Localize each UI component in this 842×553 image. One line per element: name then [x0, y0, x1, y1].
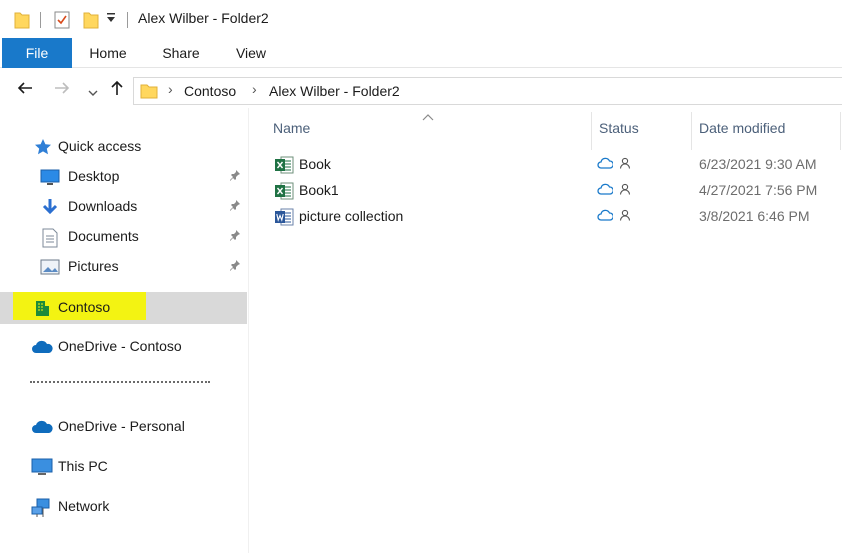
onedrive-icon [31, 340, 53, 358]
sidebar-item-label: This PC [58, 458, 108, 474]
sidebar-item-label: OneDrive - Contoso [58, 338, 182, 354]
sidebar-item-clipped [30, 378, 210, 383]
sidebar-item-label: Contoso [58, 299, 111, 315]
file-name: Book [299, 156, 331, 172]
building-icon [34, 299, 52, 317]
excel-file-icon [274, 155, 294, 175]
computer-icon [31, 458, 53, 476]
properties-icon[interactable] [54, 11, 70, 32]
tab-home[interactable]: Home [82, 38, 134, 68]
recent-locations-button[interactable] [82, 82, 104, 103]
folder-icon[interactable] [14, 11, 30, 32]
sidebar-item-label: Downloads [68, 198, 138, 214]
star-icon [34, 138, 52, 156]
qat-divider [40, 12, 41, 28]
sidebar-item-this-pc[interactable]: This PC [0, 453, 247, 481]
file-row[interactable]: picture collection 3/8/2021 6:46 PM [250, 204, 842, 230]
date-modified: 6/23/2021 9:30 AM [699, 156, 817, 172]
documents-icon [42, 228, 60, 248]
file-name: picture collection [299, 208, 404, 224]
pin-icon[interactable] [229, 199, 241, 214]
date-modified: 3/8/2021 6:46 PM [699, 208, 810, 224]
downloads-icon [41, 198, 59, 216]
excel-file-icon [274, 181, 294, 201]
cloud-icon [597, 208, 614, 224]
pictures-icon [40, 258, 60, 276]
file-row[interactable]: Book 6/23/2021 9:30 AM [250, 152, 842, 178]
title-divider [127, 12, 128, 28]
shared-person-icon [619, 156, 631, 172]
up-button[interactable] [106, 79, 128, 102]
ribbon-tabs: File Home Share View [0, 38, 842, 68]
column-divider[interactable] [591, 112, 592, 150]
onedrive-icon [31, 420, 53, 438]
status-indicator [597, 156, 631, 172]
title-bar: Alex Wilber - Folder2 [0, 0, 842, 38]
shared-person-icon [619, 182, 631, 198]
customize-qat-icon[interactable] [106, 12, 116, 27]
cloud-icon [597, 182, 614, 198]
word-file-icon [274, 207, 294, 227]
chevron-right-icon: › [168, 81, 173, 97]
sort-ascending-icon [422, 110, 434, 124]
desktop-icon [40, 168, 60, 186]
sidebar-item-label: Documents [68, 228, 139, 244]
status-indicator [597, 182, 631, 198]
sidebar-item-pictures[interactable]: Pictures [0, 253, 247, 281]
sidebar-item-desktop[interactable]: Desktop [0, 163, 247, 191]
window-title: Alex Wilber - Folder2 [138, 10, 269, 26]
sidebar-item-documents[interactable]: Documents [0, 223, 247, 251]
sidebar-item-onedrive-personal[interactable]: OneDrive - Personal [0, 413, 247, 441]
shared-person-icon [619, 208, 631, 224]
pin-icon[interactable] [229, 259, 241, 274]
sidebar-item-label: OneDrive - Personal [58, 418, 185, 434]
column-divider[interactable] [691, 112, 692, 150]
date-modified: 4/27/2021 7:56 PM [699, 182, 818, 198]
network-icon [31, 498, 50, 517]
address-bar[interactable]: › Contoso › Alex Wilber - Folder2 [133, 77, 842, 105]
file-list: Name Status Date modified Book 6/23/2021… [250, 108, 842, 553]
sidebar-item-label: Network [58, 498, 110, 514]
sidebar-item-contoso[interactable]: Contoso [0, 292, 247, 324]
tab-share[interactable]: Share [154, 38, 208, 68]
navigation-bar: › Contoso › Alex Wilber - Folder2 [0, 72, 842, 108]
new-folder-icon[interactable] [83, 11, 99, 32]
pin-icon[interactable] [229, 169, 241, 184]
status-indicator [597, 208, 631, 224]
navigation-pane: Quick access Desktop Downloads Documents [0, 108, 249, 553]
sidebar-item-label: Quick access [58, 138, 142, 154]
breadcrumb-current-folder[interactable]: Alex Wilber - Folder2 [269, 83, 400, 99]
folder-icon [140, 82, 158, 103]
column-header-status[interactable]: Status [599, 120, 639, 136]
sidebar-item-label: Desktop [68, 168, 120, 184]
cloud-icon [597, 156, 614, 172]
pin-icon[interactable] [229, 229, 241, 244]
forward-button[interactable] [51, 79, 73, 102]
sidebar-item-quick-access[interactable]: Quick access [0, 133, 247, 161]
tab-view[interactable]: View [226, 38, 276, 68]
column-divider[interactable] [840, 112, 841, 150]
sidebar-item-label: Pictures [68, 258, 119, 274]
sidebar-item-network[interactable]: Network [0, 493, 247, 521]
column-header-name[interactable]: Name [273, 120, 310, 136]
breadcrumb-contoso[interactable]: Contoso [184, 83, 236, 99]
tab-file[interactable]: File [2, 38, 72, 68]
column-header-date-modified[interactable]: Date modified [699, 120, 785, 136]
file-row[interactable]: Book1 4/27/2021 7:56 PM [250, 178, 842, 204]
chevron-right-icon: › [252, 81, 257, 97]
sidebar-item-onedrive-contoso[interactable]: OneDrive - Contoso [0, 333, 247, 361]
back-button[interactable] [14, 79, 36, 102]
sidebar-item-downloads[interactable]: Downloads [0, 193, 247, 221]
file-name: Book1 [299, 182, 339, 198]
